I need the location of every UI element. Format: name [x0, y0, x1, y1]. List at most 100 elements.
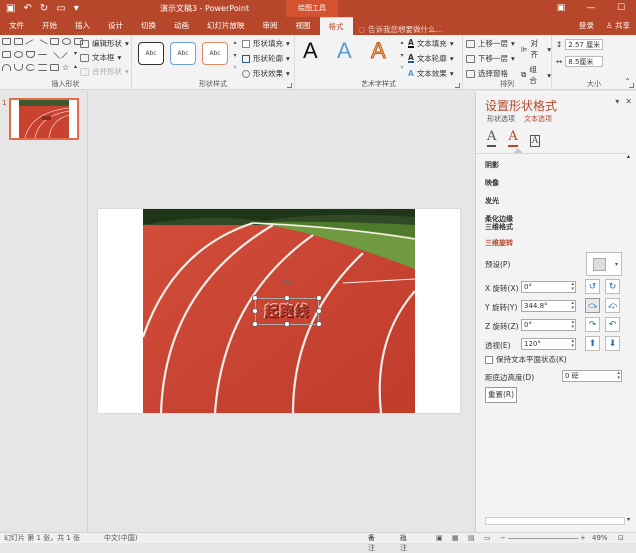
shape-oval-icon[interactable]: [14, 51, 23, 58]
shapes-gallery[interactable]: ▾ ☆ ▴: [2, 38, 84, 72]
tab-design[interactable]: 设计: [99, 17, 132, 35]
gallery-more-icon[interactable]: ▿: [233, 64, 236, 71]
shape-rect-icon[interactable]: [50, 38, 59, 45]
tab-insert[interactable]: 插入: [66, 17, 99, 35]
x-rotation-input[interactable]: 0° ▴ ▾: [521, 281, 576, 293]
resize-handle-r[interactable]: [316, 308, 322, 314]
preset-dropdown[interactable]: ▾: [586, 252, 622, 276]
spinner-icon[interactable]: ▴ ▾: [571, 301, 574, 311]
slide-editing-area[interactable]: 起跑线 ⟳: [89, 91, 474, 532]
tab-view[interactable]: 视图: [287, 17, 320, 35]
text-fill-button[interactable]: A 文本填充 ▾: [408, 38, 454, 49]
shape-effects-button[interactable]: 形状效果 ▾: [242, 68, 290, 79]
shape-rect-icon[interactable]: [50, 64, 59, 71]
z-rotate-cw-icon[interactable]: ↷: [585, 317, 600, 332]
section-3d-format[interactable]: 三维格式: [485, 222, 513, 232]
collapse-ribbon-icon[interactable]: ⌃: [624, 77, 631, 86]
merge-shapes-button[interactable]: 合并形状 ▾: [80, 66, 129, 77]
section-reflection[interactable]: 映像: [485, 178, 499, 188]
wordart-shape[interactable]: 起跑线 ⟳: [252, 277, 322, 327]
send-backward-button[interactable]: 下移一层 ▾: [466, 53, 515, 64]
pane-horizontal-scrollbar[interactable]: [485, 517, 625, 525]
tab-transitions[interactable]: 切换: [132, 17, 165, 35]
perspective-input[interactable]: 120° ▴ ▾: [521, 338, 576, 350]
shape-triangle-icon[interactable]: [26, 51, 35, 58]
share-button[interactable]: ♙ 共享: [606, 17, 630, 35]
shape-line-icon[interactable]: [48, 51, 61, 64]
chevron-down-icon[interactable]: ▾: [400, 52, 403, 59]
zoom-in-icon[interactable]: +: [580, 533, 586, 543]
save-icon[interactable]: ▣: [6, 3, 15, 14]
distance-input[interactable]: 0 磅 ▴ ▾: [562, 370, 622, 382]
chevron-up-icon[interactable]: ▴: [627, 153, 630, 160]
perspective-decrease-icon[interactable]: ⬇: [605, 336, 620, 351]
redo-icon[interactable]: ↻: [40, 3, 48, 14]
wordart-style-blue[interactable]: A: [337, 38, 352, 64]
keep-text-flat-checkbox[interactable]: 保持文本平面状态(K): [485, 354, 567, 365]
checkbox-box[interactable]: [485, 355, 493, 364]
x-rotate-right-icon[interactable]: ↻: [605, 279, 620, 294]
shape-curve-icon[interactable]: [2, 64, 11, 71]
x-rotate-left-icon[interactable]: ↺: [585, 279, 600, 294]
shape-arc-icon[interactable]: [26, 64, 35, 71]
qat-dropdown-icon[interactable]: ▾: [74, 3, 79, 14]
slide[interactable]: 起跑线 ⟳: [98, 209, 460, 413]
shape-style-swatch[interactable]: Abc: [138, 42, 164, 65]
selection-pane-button[interactable]: 选择窗格: [466, 68, 515, 79]
chevron-up-icon[interactable]: ▴: [400, 39, 403, 46]
reading-view-icon[interactable]: ▤: [468, 533, 475, 543]
shape-line-icon[interactable]: [24, 39, 37, 50]
rotate-handle-icon[interactable]: ⟳: [282, 277, 291, 290]
shape-outline-button[interactable]: 形状轮廓 ▾: [242, 53, 290, 64]
shape-style-swatch[interactable]: Abc: [170, 42, 196, 65]
text-fill-outline-icon[interactable]: A: [487, 129, 497, 147]
maximize-icon[interactable]: ☐: [606, 0, 636, 17]
text-effects-icon[interactable]: A: [508, 129, 518, 147]
textbox-layout-icon[interactable]: A: [529, 135, 541, 147]
spinner-icon[interactable]: ▴ ▾: [617, 371, 620, 381]
normal-view-icon[interactable]: ▣: [436, 533, 443, 543]
resize-handle-t[interactable]: [284, 295, 290, 301]
chevron-up-icon[interactable]: ▴: [233, 39, 236, 46]
zoom-out-icon[interactable]: −: [500, 533, 506, 543]
tab-home[interactable]: 开始: [33, 17, 66, 35]
shape-curve-icon[interactable]: [14, 64, 23, 71]
resize-handle-br[interactable]: [316, 321, 322, 327]
gallery-more-icon[interactable]: ▿: [400, 64, 403, 71]
resize-handle-tr[interactable]: [316, 295, 322, 301]
text-outline-button[interactable]: A 文本轮廓 ▾: [408, 53, 454, 64]
section-shadow[interactable]: 阴影: [485, 160, 499, 170]
shape-brace-icon[interactable]: [38, 64, 47, 71]
slideshow-view-icon[interactable]: ▭: [484, 533, 491, 543]
spinner-icon[interactable]: ▴ ▾: [571, 320, 574, 330]
tab-slideshow[interactable]: 幻灯片放映: [198, 17, 254, 35]
zoom-level[interactable]: 49%: [592, 533, 608, 543]
width-input[interactable]: 8.5厘米: [565, 56, 604, 67]
shape-rect-icon[interactable]: [2, 38, 11, 45]
tab-format[interactable]: 格式: [319, 17, 353, 35]
tab-shape-options[interactable]: 形状选项: [487, 114, 515, 124]
close-icon[interactable]: ✕: [625, 97, 632, 106]
text-effects-button[interactable]: A 文本效果 ▾: [408, 68, 454, 79]
height-input[interactable]: 2.57 厘米: [565, 39, 604, 50]
spinner-icon[interactable]: ▴ ▾: [571, 282, 574, 292]
shape-line-icon[interactable]: [60, 51, 73, 64]
wordart-style-orange[interactable]: A: [371, 38, 387, 64]
shape-line-icon[interactable]: [36, 39, 49, 50]
z-rotate-ccw-icon[interactable]: ↶: [605, 317, 620, 332]
shape-star-icon[interactable]: ☆: [62, 64, 71, 72]
chevron-down-icon[interactable]: ▾: [627, 516, 630, 523]
pane-options-icon[interactable]: ▾: [615, 97, 619, 106]
y-rotate-down-icon[interactable]: ⤽: [605, 298, 620, 313]
shape-rect-icon[interactable]: [14, 38, 23, 45]
slide-thumbnail[interactable]: [9, 98, 79, 140]
shape-fill-button[interactable]: 形状填充 ▾: [242, 38, 290, 49]
login-link[interactable]: 登录: [579, 17, 594, 35]
resize-handle-b[interactable]: [284, 321, 290, 327]
slide-sorter-icon[interactable]: ▦: [452, 533, 459, 543]
wordart-style-scroll[interactable]: ▴ ▾ ▿: [398, 39, 406, 71]
zoom-slider[interactable]: [508, 538, 578, 539]
section-glow[interactable]: 发光: [485, 196, 499, 206]
spinner-icon[interactable]: ▴ ▾: [571, 339, 574, 349]
tab-animations[interactable]: 动画: [165, 17, 198, 35]
